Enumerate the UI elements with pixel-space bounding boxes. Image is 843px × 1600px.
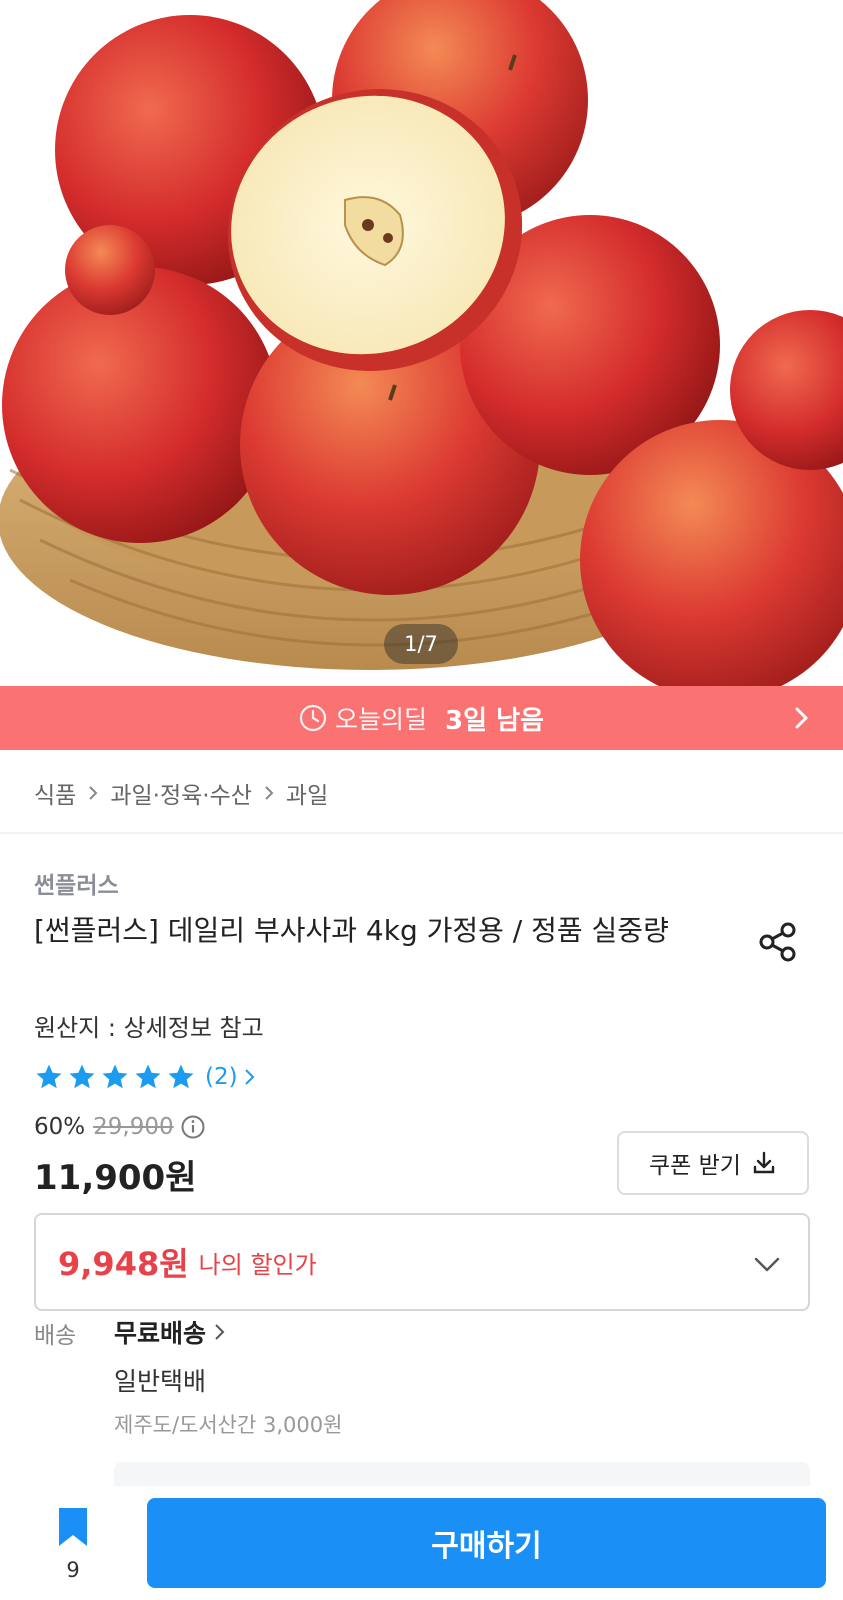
shipping-type: 일반택배: [114, 1367, 207, 1396]
breadcrumb-item[interactable]: 식품: [34, 776, 76, 810]
breadcrumb-item[interactable]: 과일: [286, 776, 328, 810]
chevron-down-icon[interactable]: [752, 1249, 782, 1279]
my-price-amount: 9,948원: [58, 1245, 189, 1283]
star-rating: [34, 1062, 199, 1092]
chevron-right-icon: [89, 786, 98, 800]
chevron-right-icon: [265, 786, 274, 800]
shipping-extra-fee: 제주도/도서산간 3,000원: [114, 1413, 343, 1437]
discount-rate: 60%: [34, 1114, 86, 1140]
origin-info: 원산지 : 상세정보 참고: [34, 1014, 264, 1042]
discount-line: 60% 29,900: [34, 1114, 206, 1140]
apple-basket-photo: [0, 0, 843, 686]
bookmark-button[interactable]: 9: [48, 1506, 98, 1586]
my-discount-price-box[interactable]: 9,948원 나의 할인가: [34, 1213, 810, 1311]
star-icon: [36, 1064, 62, 1089]
rating-row[interactable]: (2): [34, 1062, 258, 1092]
my-price-label: 나의 할인가: [198, 1250, 317, 1279]
product-title: [썬플러스] 데일리 부사사과 4kg 가정용 / 정품 실중량: [34, 914, 669, 947]
sale-price: 11,900원: [34, 1158, 197, 1198]
bookmark-icon: [59, 1508, 87, 1546]
star-icon: [135, 1064, 161, 1089]
star-icon: [69, 1064, 95, 1089]
breadcrumb-item[interactable]: 과일·정육·수산: [110, 776, 252, 810]
chevron-right-icon: [215, 1324, 225, 1340]
download-icon: [753, 1151, 775, 1174]
bottom-action-bar: 9 구매하기: [0, 1486, 843, 1600]
shipping-value-label: 무료배송: [114, 1319, 207, 1348]
deal-label: 오늘의딜: [335, 705, 428, 734]
info-icon[interactable]: [180, 1114, 206, 1140]
original-price: 29,900: [93, 1114, 174, 1140]
product-image[interactable]: 1/7: [0, 0, 843, 686]
chevron-right-icon[interactable]: [787, 704, 815, 732]
deal-remaining: 3일 남음: [445, 705, 544, 736]
image-counter: 1/7: [384, 624, 458, 664]
coupon-button[interactable]: 쿠폰 받기: [617, 1131, 809, 1195]
clock-icon: [299, 704, 327, 732]
section-divider: [0, 832, 843, 834]
bookmark-count: 9: [66, 1558, 80, 1582]
chevron-right-icon: [244, 1069, 255, 1085]
review-count[interactable]: (2): [205, 1064, 238, 1090]
next-section-strip: [114, 1462, 810, 1486]
seller-name[interactable]: 썬플러스: [34, 866, 119, 900]
star-icon: [102, 1064, 128, 1089]
shipping-key: 배송: [34, 1323, 77, 1349]
share-icon[interactable]: [756, 920, 800, 964]
coupon-button-label: 쿠폰 받기: [649, 1153, 741, 1179]
today-deal-banner[interactable]: 오늘의딜 3일 남음: [0, 686, 843, 750]
shipping-value[interactable]: 무료배송: [114, 1314, 228, 1350]
breadcrumb: 식품 과일·정육·수산 과일: [34, 776, 328, 810]
buy-button[interactable]: 구매하기: [147, 1498, 826, 1588]
star-icon: [168, 1064, 194, 1089]
